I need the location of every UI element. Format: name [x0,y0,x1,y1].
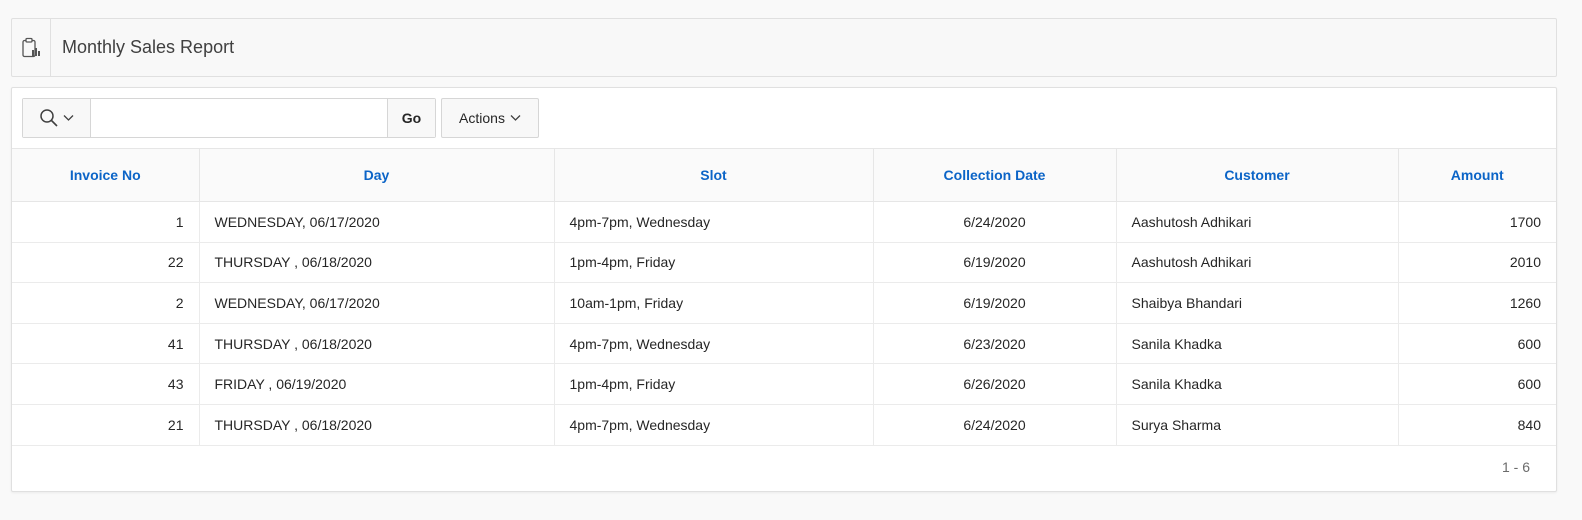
region-header: Monthly Sales Report [11,18,1557,77]
collection-date-cell: 6/19/2020 [873,242,1117,284]
day-cell: THURSDAY , 06/18/2020 [199,242,555,284]
day-cell: WEDNESDAY, 06/17/2020 [199,201,555,243]
customer-cell: Aashutosh Adhikari [1116,201,1399,243]
amount-cell: 600 [1398,323,1556,365]
day-cell: THURSDAY , 06/18/2020 [199,404,555,446]
invoice-cell: 21 [12,404,200,446]
table-row: 41 THURSDAY , 06/18/2020 4pm-7pm, Wednes… [12,323,1556,365]
search-icon [40,109,58,127]
day-cell: FRIDAY , 06/19/2020 [199,363,555,405]
invoice-cell: 41 [12,323,200,365]
page-title: Monthly Sales Report [62,37,235,57]
chevron-down-icon [510,115,521,121]
customer-cell: Shaibya Bhandari [1116,282,1399,324]
customer-cell: Surya Sharma [1116,404,1399,446]
amount-cell: 2010 [1398,242,1556,284]
collection-date-cell: 6/23/2020 [873,323,1117,365]
column-header-customer[interactable]: Customer [1116,148,1399,202]
table-row: 2 WEDNESDAY, 06/17/2020 10am-1pm, Friday… [12,282,1556,324]
customer-cell: Sanila Khadka [1116,363,1399,405]
slot-cell: 1pm-4pm, Friday [554,363,874,405]
actions-label: Actions [459,110,505,126]
pagination-range: 1 - 6 [1501,459,1530,475]
amount-cell: 840 [1398,404,1556,446]
invoice-cell: 2 [12,282,200,324]
day-cell: THURSDAY , 06/18/2020 [199,323,555,365]
collection-date-cell: 6/24/2020 [873,404,1117,446]
actions-button[interactable]: Actions [441,98,539,138]
search-input[interactable] [91,99,387,137]
slot-cell: 4pm-7pm, Wednesday [554,323,874,365]
customer-cell: Sanila Khadka [1116,323,1399,365]
invoice-cell: 1 [12,201,200,243]
table-row: 1 WEDNESDAY, 06/17/2020 4pm-7pm, Wednesd… [12,201,1556,243]
amount-cell: 600 [1398,363,1556,405]
day-cell: WEDNESDAY, 06/17/2020 [199,282,555,324]
column-header-collection-date[interactable]: Collection Date [873,148,1117,202]
invoice-cell: 43 [12,363,200,405]
slot-cell: 4pm-7pm, Wednesday [554,404,874,446]
header-row: Invoice No Day Slot Collection Date Cust… [12,148,1556,202]
chevron-down-icon [63,115,74,121]
table-row: 22 THURSDAY , 06/18/2020 1pm-4pm, Friday… [12,242,1556,284]
collection-date-cell: 6/24/2020 [873,201,1117,243]
column-header-invoice-no[interactable]: Invoice No [12,148,200,202]
column-header-slot[interactable]: Slot [554,148,874,202]
column-header-amount[interactable]: Amount [1398,148,1556,202]
amount-cell: 1260 [1398,282,1556,324]
invoice-cell: 22 [12,242,200,284]
clipboard-chart-icon [12,19,51,76]
collection-date-cell: 6/19/2020 [873,282,1117,324]
search-bar: Go [22,98,436,138]
search-column-menu[interactable] [23,99,91,137]
slot-cell: 4pm-7pm, Wednesday [554,201,874,243]
report-toolbar: Go Actions [22,98,539,138]
amount-cell: 1700 [1398,201,1556,243]
customer-cell: Aashutosh Adhikari [1116,242,1399,284]
slot-cell: 1pm-4pm, Friday [554,242,874,284]
column-header-day[interactable]: Day [199,148,555,202]
table-row: 21 THURSDAY , 06/18/2020 4pm-7pm, Wednes… [12,404,1556,446]
table-row: 43 FRIDAY , 06/19/2020 1pm-4pm, Friday 6… [12,363,1556,405]
collection-date-cell: 6/26/2020 [873,363,1117,405]
report-table: Invoice No Day Slot Collection Date Cust… [12,148,1556,446]
interactive-report: Go Actions Invoice No Day Slot Collectio… [11,87,1557,492]
go-button[interactable]: Go [387,99,435,137]
slot-cell: 10am-1pm, Friday [554,282,874,324]
